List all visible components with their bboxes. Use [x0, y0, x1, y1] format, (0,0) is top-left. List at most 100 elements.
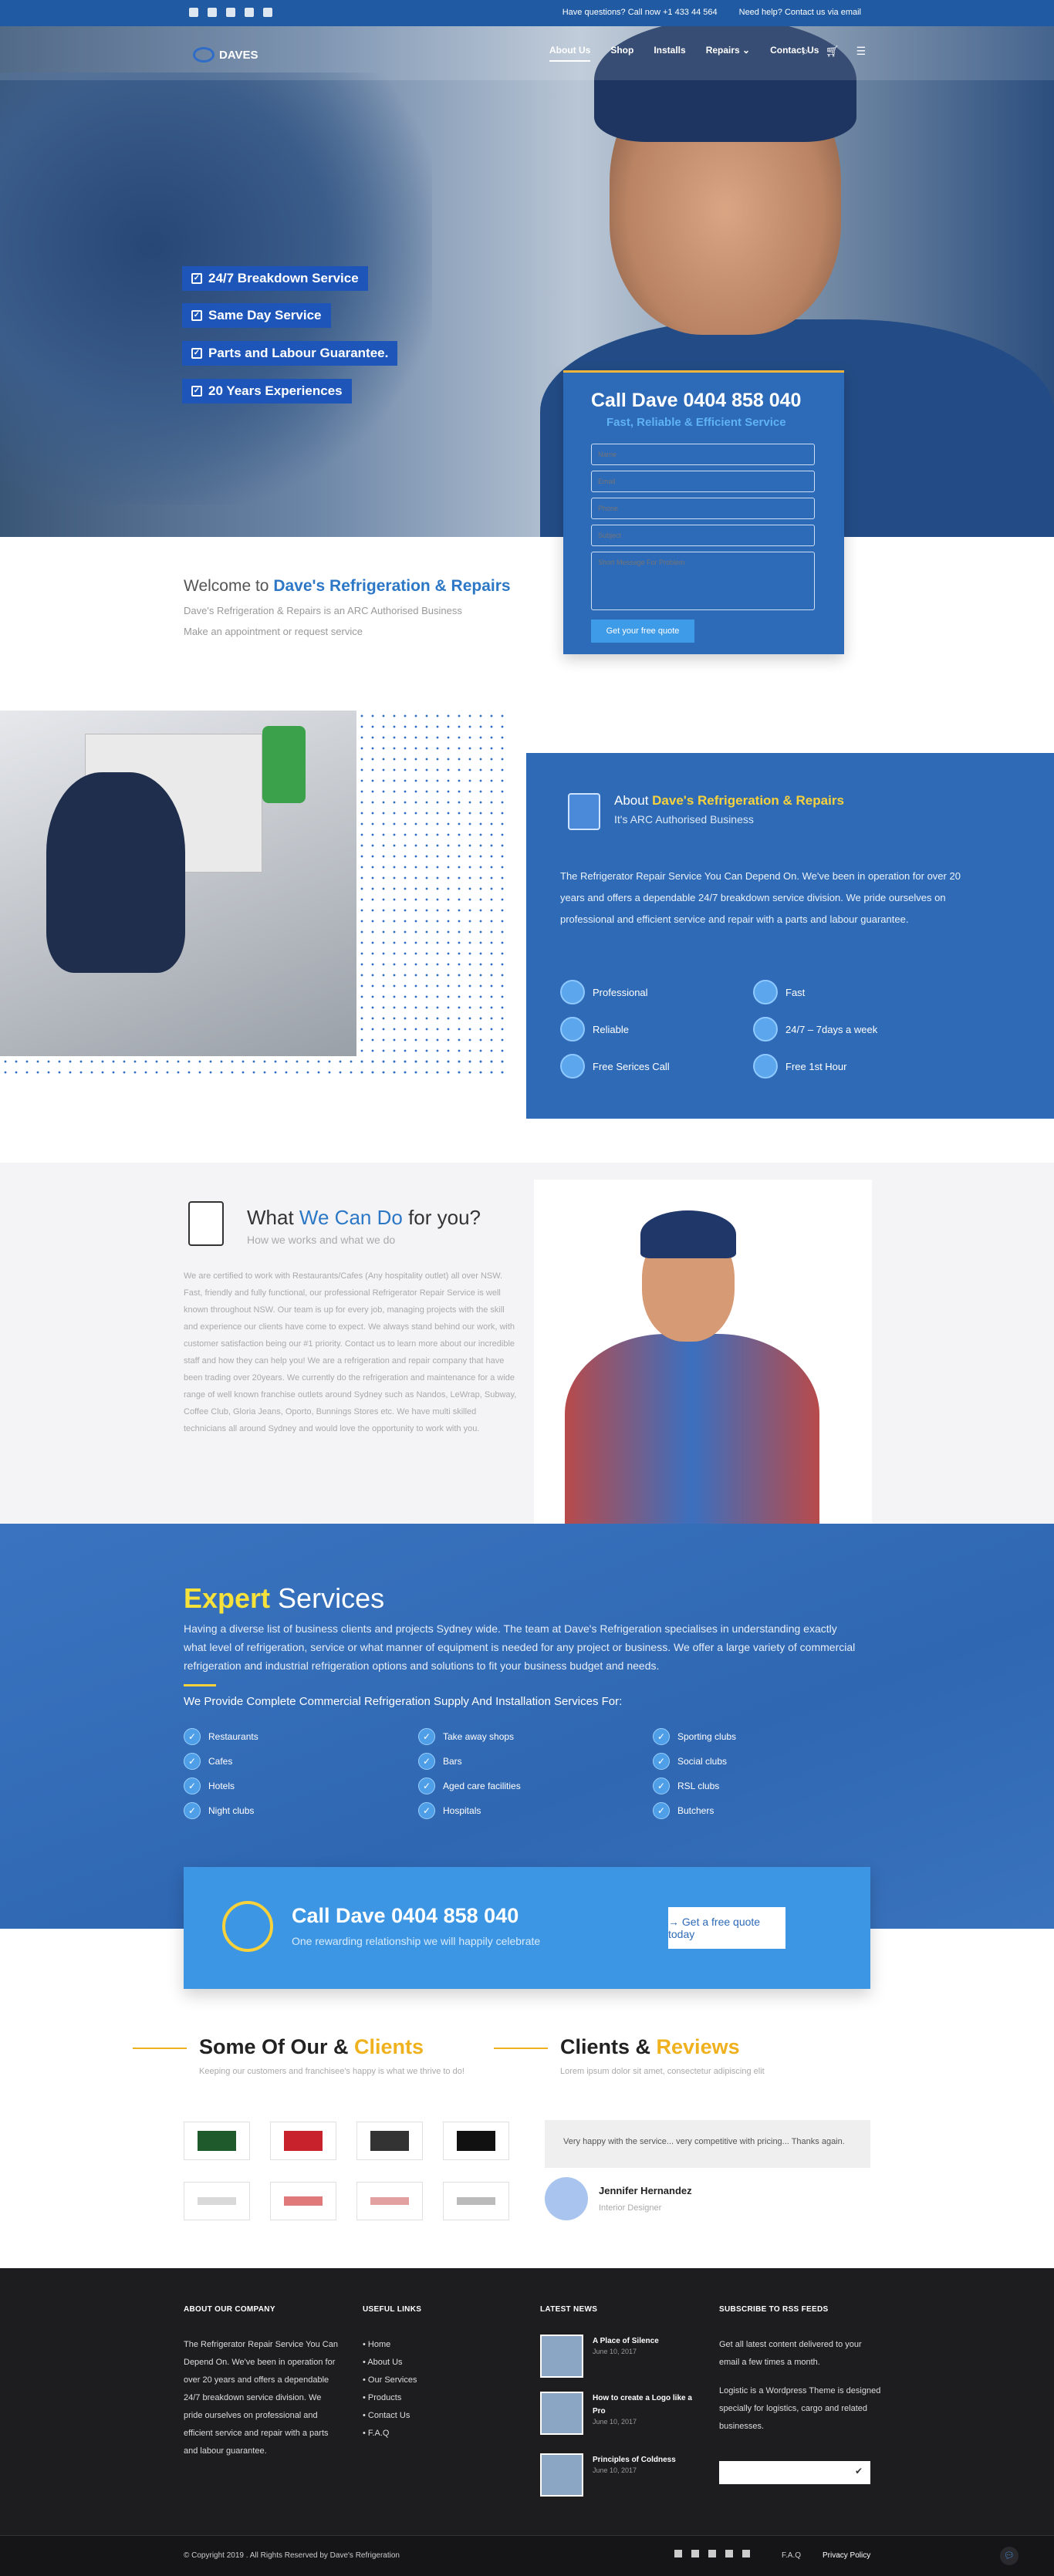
expert-description: Having a diverse list of business client…	[184, 1622, 856, 1672]
contact-info: Have questions? Call now +1 433 44 564 N…	[562, 8, 861, 17]
main-nav	[0, 26, 1054, 80]
menu-icon[interactable]: ☰	[856, 45, 867, 58]
nav-item-repairs[interactable]: Repairs ⌄	[706, 45, 750, 62]
service-item: ✓ Bars	[418, 1753, 462, 1770]
footer-social	[674, 2550, 750, 2557]
reviewer-avatar	[545, 2177, 588, 2220]
check-icon: ✓	[418, 1778, 435, 1794]
skype-icon[interactable]	[263, 8, 272, 17]
hero-badge: ✓ 20 Years Experiences	[182, 379, 352, 403]
message-field[interactable]	[591, 552, 815, 610]
technician-ok-photo	[534, 1180, 872, 1524]
about-title: About Dave's Refrigeration & Repairs	[614, 793, 844, 808]
footer-link-services[interactable]: • Our Services	[363, 2372, 417, 2389]
check-icon: ✓	[191, 386, 202, 397]
news-thumbnail	[540, 2392, 583, 2435]
site-logo[interactable]: DAVES	[193, 43, 262, 66]
nav-icons: ⌕ 🛒︎ ☰	[802, 45, 866, 58]
shield-icon	[560, 1054, 585, 1079]
reviews-title: Clients & Reviews	[560, 2035, 740, 2058]
subject-field[interactable]	[591, 525, 815, 546]
shield-icon	[753, 1017, 778, 1042]
search-icon[interactable]: ⌕	[802, 45, 809, 58]
about-photo	[0, 711, 356, 1056]
skype-icon[interactable]	[742, 2550, 750, 2557]
what-text: We are certified to work with Restaurant…	[184, 1271, 517, 1433]
client-logo[interactable]	[270, 2122, 336, 2160]
submit-check-icon[interactable]: ✔	[855, 2466, 863, 2476]
footer-rss-text: Get all latest content delivered to your…	[719, 2340, 881, 2431]
news-item[interactable]: A Place of Silence June 10, 2017	[540, 2335, 659, 2378]
client-logo[interactable]	[356, 2182, 423, 2220]
footer-link-faq[interactable]: • F.A.Q	[363, 2425, 417, 2443]
free-quote-button[interactable]: → Get a free quote today	[668, 1907, 785, 1949]
phone-info[interactable]: Have questions? Call now +1 433 44 564	[562, 8, 718, 17]
about-description: The Refrigerator Repair Service You Can …	[560, 870, 961, 925]
footer-links: • Home • About Us • Our Services • Produ…	[363, 2336, 417, 2443]
check-icon: ✓	[191, 348, 202, 359]
faq-link[interactable]: F.A.Q	[782, 2551, 801, 2560]
client-logo[interactable]	[270, 2182, 336, 2220]
client-logo-image	[370, 2197, 409, 2205]
client-logo[interactable]	[184, 2122, 250, 2160]
client-logo[interactable]	[184, 2182, 250, 2220]
footer-link-products[interactable]: • Products	[363, 2389, 417, 2407]
news-item[interactable]: Principles of Coldness June 10, 2017	[540, 2453, 676, 2497]
service-item: ✓ Butchers	[653, 1802, 714, 1819]
service-item: ✓ Hospitals	[418, 1802, 481, 1819]
linkedin-icon[interactable]	[691, 2550, 699, 2557]
nav-item-shop[interactable]: Shop	[610, 45, 633, 62]
name-field[interactable]	[591, 444, 815, 465]
footer-links-title: USEFUL LINKS	[363, 2305, 422, 2314]
linkedin-icon[interactable]	[208, 8, 217, 17]
footer-link-home[interactable]: • Home	[363, 2336, 417, 2354]
facebook-icon[interactable]	[674, 2550, 682, 2557]
technician-working	[46, 772, 185, 973]
footer-about-text: The Refrigerator Repair Service You Can …	[184, 2340, 338, 2456]
cart-icon[interactable]: 🛒︎	[826, 45, 839, 58]
twitter-icon[interactable]	[708, 2550, 716, 2557]
logo-text: DAVES	[219, 48, 258, 62]
client-logo[interactable]	[443, 2182, 509, 2220]
subscribe-email-input[interactable]: ✔	[719, 2461, 870, 2484]
get-quote-button[interactable]: Get your free quote	[591, 620, 694, 643]
what-we-do-section: What We Can Do for you? How we works and…	[0, 1163, 1054, 1524]
client-logo[interactable]	[443, 2122, 509, 2160]
expert-provide: We Provide Complete Commercial Refrigera…	[184, 1695, 623, 1708]
form-title: Call Dave 0404 858 040	[591, 390, 802, 411]
reviewer-role: Interior Designer	[599, 2203, 662, 2213]
check-icon: ✓	[191, 273, 202, 284]
hero-badge: ✓ 24/7 Breakdown Service	[182, 266, 368, 291]
service-item: ✓ Night clubs	[184, 1802, 254, 1819]
divider	[184, 1684, 216, 1686]
shield-icon	[753, 980, 778, 1004]
news-thumbnail	[540, 2335, 583, 2378]
feature-item: 24/7 – 7days a week	[753, 1017, 877, 1042]
footer-link-about[interactable]: • About Us	[363, 2354, 417, 2372]
expert-title: Expert Services	[184, 1582, 385, 1614]
what-subtitle: How we works and what we do	[247, 1234, 396, 1246]
privacy-link[interactable]: Privacy Policy	[823, 2551, 870, 2560]
clients-heading: Some Of Our & Clients Keeping our custom…	[199, 2035, 465, 2076]
review-quote: Very happy with the service... very comp…	[545, 2120, 870, 2168]
email-field[interactable]	[591, 471, 815, 492]
chat-icon[interactable]: 💬︎	[1000, 2547, 1019, 2565]
check-icon: ✓	[653, 1778, 670, 1794]
footer-link-contact[interactable]: • Contact Us	[363, 2407, 417, 2425]
footer-news-title: LATEST NEWS	[540, 2305, 598, 2314]
call-to-action: Call Dave 0404 858 040 One rewarding rel…	[184, 1867, 870, 1989]
client-logo[interactable]	[356, 2122, 423, 2160]
nav-item-about[interactable]: About Us	[549, 45, 591, 62]
nav-item-installs[interactable]: Installs	[654, 45, 685, 62]
phone-field[interactable]	[591, 498, 815, 519]
help-info[interactable]: Need help? Contact us via email	[739, 8, 861, 17]
youtube-icon[interactable]	[245, 8, 254, 17]
reviews-heading: Clients & Reviews Lorem ipsum dolor sit …	[560, 2035, 765, 2076]
twitter-icon[interactable]	[226, 8, 235, 17]
welcome-section: Welcome to Dave's Refrigeration & Repair…	[184, 577, 511, 637]
youtube-icon[interactable]	[725, 2550, 733, 2557]
news-item[interactable]: How to create a Logo like a Pro June 10, …	[540, 2392, 694, 2435]
news-thumbnail	[540, 2453, 583, 2497]
feature-item: Free Serices Call	[560, 1054, 670, 1079]
facebook-icon[interactable]	[189, 8, 198, 17]
